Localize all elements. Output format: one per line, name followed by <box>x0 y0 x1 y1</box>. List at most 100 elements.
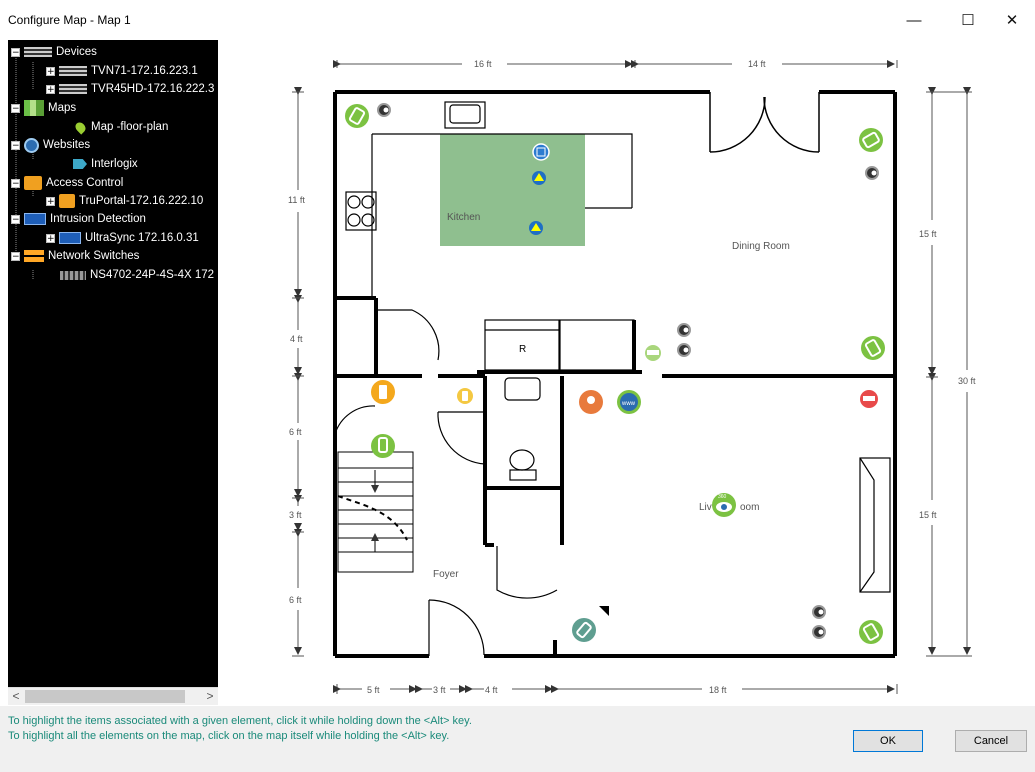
interior-walls <box>345 101 891 593</box>
location-pin-icon[interactable] <box>579 390 603 414</box>
dim-bottom-18ft: 18 ft <box>709 685 727 695</box>
scroll-left-icon[interactable]: < <box>8 689 24 704</box>
intrusion-icon <box>24 213 46 225</box>
tree-item-truportal[interactable]: + TruPortal-172.16.222.10 <box>46 192 203 210</box>
sensor-icon[interactable] <box>865 166 879 180</box>
tree-item-label: Maps <box>48 102 77 114</box>
collapse-icon[interactable]: − <box>11 47 20 57</box>
collapse-icon[interactable]: − <box>11 140 20 150</box>
floor-plan-map[interactable]: 16 ft 14 ft 11 ft 4 ft 6 ft 3 ft 6 ft 15… <box>222 40 1035 706</box>
tree-item-network-switches[interactable]: − Network Switches <box>11 247 139 265</box>
tag-icon <box>73 159 87 169</box>
dim-bottom-3ft: 3 ft <box>433 685 446 695</box>
expand-icon[interactable]: + <box>46 84 55 94</box>
tree-item-label: Map -floor-plan <box>91 121 169 133</box>
tree-item-label: Devices <box>56 46 97 58</box>
tree-item-label: Websites <box>43 139 91 151</box>
smoke-detector-icon[interactable] <box>532 143 550 161</box>
tree-item-label: Interlogix <box>91 158 138 170</box>
room-label-foyer: Foyer <box>433 569 459 580</box>
tree-item-label: TruPortal-172.16.222.10 <box>79 195 204 207</box>
stairs <box>337 451 414 573</box>
dim-bottom-5ft: 5 ft <box>367 685 380 695</box>
maximize-button[interactable]: ☐ <box>945 6 991 36</box>
keypad-icon[interactable] <box>860 390 878 408</box>
tree-item-map-floor-plan[interactable]: Map -floor-plan <box>73 118 168 136</box>
collapse-icon[interactable]: − <box>11 214 20 224</box>
door-reader-icon[interactable] <box>457 388 473 404</box>
hint-alt-element: To highlight the items associated with a… <box>8 715 472 727</box>
double-door <box>709 92 820 153</box>
tree-item-label: Access Control <box>46 177 124 189</box>
close-button[interactable]: ✕ <box>989 6 1035 36</box>
cancel-button[interactable]: Cancel <box>955 730 1027 752</box>
dim-right-15ft-2: 15 ft <box>919 510 937 520</box>
collapse-icon[interactable]: − <box>11 103 20 113</box>
tree-item-label: NS4702-24P-4S-4X 172 <box>90 269 215 281</box>
sensor-icon[interactable] <box>677 343 691 357</box>
collapse-icon[interactable]: − <box>11 178 20 188</box>
element-tree[interactable]: − Devices + TVN71-172.16.223.1 + TVR45HD… <box>8 40 218 687</box>
map-pin-icon <box>73 119 88 135</box>
tree-item-ultrasync[interactable]: + UltraSync 172.16.0.31 <box>46 229 199 247</box>
motion-sensor-icon[interactable] <box>529 221 543 235</box>
website-icon[interactable]: www <box>617 390 641 414</box>
keypad-icon <box>59 232 81 244</box>
tree-item-devices[interactable]: − Devices <box>11 43 97 61</box>
tree-item-label: UltraSync 172.16.0.31 <box>85 232 199 244</box>
switch-icon <box>60 270 86 280</box>
kitchen-area <box>440 134 585 246</box>
dim-left-11ft: 11 ft <box>288 195 305 205</box>
sensor-icon[interactable] <box>812 605 826 619</box>
tree-item-interlogix[interactable]: Interlogix <box>73 155 138 173</box>
tree-item-tvr45hd[interactable]: + TVR45HD-172.16.222.3 <box>46 80 214 98</box>
camera-icon[interactable] <box>859 128 883 152</box>
scroll-right-icon[interactable]: > <box>202 689 218 704</box>
room-label-living-left: Liv <box>699 502 712 513</box>
room-label-kitchen: Kitchen <box>447 212 480 223</box>
window-title: Configure Map - Map 1 <box>8 13 131 27</box>
access-panel-icon <box>59 194 75 208</box>
door-reader-icon[interactable] <box>371 380 395 404</box>
camera-icon[interactable] <box>572 618 596 642</box>
room-label-r: R <box>519 344 526 355</box>
camera-icon[interactable] <box>859 620 883 644</box>
tree-item-access-control[interactable]: − Access Control <box>11 174 123 192</box>
tree-item-label: Intrusion Detection <box>50 213 146 225</box>
recorder-icon <box>59 84 87 94</box>
sensor-icon[interactable] <box>812 625 826 639</box>
minimize-button[interactable]: — <box>891 6 937 36</box>
tree-item-websites[interactable]: − Websites <box>11 136 90 154</box>
floor-plan-svg[interactable]: 16 ft 14 ft 11 ft 4 ft 6 ft 3 ft 6 ft 15… <box>222 40 1035 706</box>
tree-item-intrusion-detection[interactable]: − Intrusion Detection <box>11 210 146 228</box>
tree-item-maps[interactable]: − Maps <box>11 99 76 117</box>
interior-thick-walls <box>335 296 897 656</box>
dim-left-6ft-2: 6 ft <box>289 595 302 605</box>
dim-left-4ft: 4 ft <box>290 334 303 344</box>
collapse-icon[interactable]: − <box>11 251 20 261</box>
sensor-icon[interactable] <box>677 323 691 337</box>
motion-sensor-icon[interactable] <box>532 171 546 185</box>
tree-item-tvn71[interactable]: + TVN71-172.16.223.1 <box>46 62 198 80</box>
dim-top-14ft: 14 ft <box>748 59 766 69</box>
scroll-thumb[interactable] <box>25 690 185 703</box>
hint-alt-map: To highlight all the elements on the map… <box>8 730 450 742</box>
expand-icon[interactable]: + <box>46 196 55 206</box>
maps-icon <box>24 100 44 116</box>
dim-top-16ft: 16 ft <box>474 59 492 69</box>
doors <box>334 309 558 656</box>
tree-horizontal-scrollbar[interactable]: < > <box>8 687 218 705</box>
dim-left-3ft: 3 ft <box>289 510 302 520</box>
tree-item-ns4702[interactable]: NS4702-24P-4S-4X 172 <box>60 266 214 284</box>
ok-button[interactable]: OK <box>853 730 923 752</box>
camera-icon[interactable] <box>345 104 369 128</box>
camera-icon[interactable] <box>371 434 395 458</box>
expand-icon[interactable]: + <box>46 66 55 76</box>
tree-item-label: TVR45HD-172.16.222.3 <box>91 83 215 95</box>
camera-icon[interactable] <box>861 336 885 360</box>
expand-icon[interactable]: + <box>46 233 55 243</box>
camera-360-icon[interactable]: 360 <box>712 493 736 517</box>
sensor-icon[interactable] <box>377 103 391 117</box>
keypad-icon[interactable] <box>645 345 661 361</box>
dim-right-30ft: 30 ft <box>958 376 976 386</box>
